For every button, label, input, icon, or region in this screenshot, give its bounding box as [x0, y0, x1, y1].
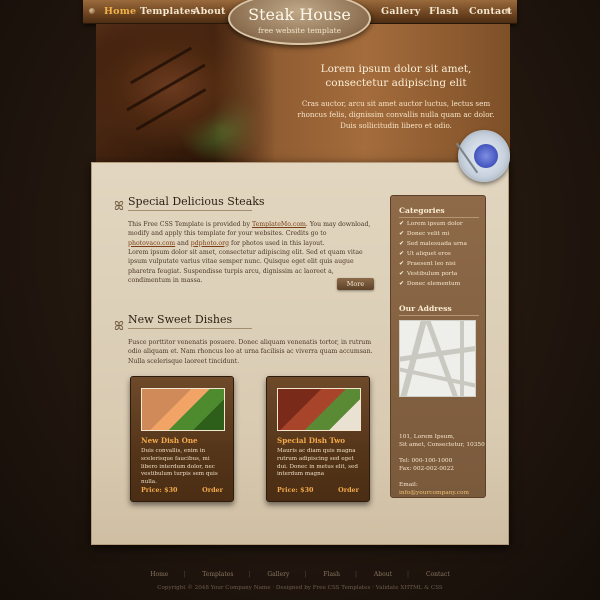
footer-link-about[interactable]: About	[374, 571, 392, 578]
address-heading: Our Address	[399, 304, 452, 313]
title-divider	[128, 210, 252, 211]
address-tel: Tel: 000-100-1000	[399, 458, 453, 464]
categories-heading: Categories	[399, 206, 445, 215]
category-item[interactable]: ✔ Donec velit mi	[399, 231, 449, 237]
address-line-1: 101, Lorem Ipsum,	[399, 434, 455, 440]
dish-title[interactable]: New Dish One	[141, 436, 198, 445]
address-fax: Fax: 002-002-0022	[399, 466, 454, 472]
logo-subtitle: free website template	[257, 26, 342, 35]
title-divider	[128, 328, 252, 329]
order-link[interactable]: Order	[338, 486, 359, 494]
nav-contact[interactable]: Contact	[469, 6, 512, 17]
category-label: Ut aliquet eros	[406, 251, 451, 257]
footer-nav: Home | Templates | Gallery | Flash | About | …	[0, 571, 600, 578]
link-templatemo[interactable]: TemplateMo.com	[252, 221, 306, 228]
dish-description: Mauris ac diam quis magna rutrum adipisc…	[277, 448, 358, 478]
category-item[interactable]: ✔ Sed malesuada urna	[399, 241, 467, 247]
grill-mark	[126, 63, 206, 112]
check-icon: ✔	[399, 231, 404, 237]
footer-link-templates[interactable]: Templates	[202, 571, 233, 578]
header-headline: Lorem ipsum dolor sit amet, consectetur …	[320, 63, 472, 89]
footer-link-contact[interactable]: Contact	[426, 571, 450, 578]
steak-photo	[96, 24, 274, 162]
dish-photo	[141, 388, 225, 431]
email-label: Email:	[399, 482, 418, 488]
swirl-ornament-icon: ꕤ	[114, 199, 124, 213]
nav-about[interactable]: About	[193, 6, 226, 17]
check-icon: ✔	[399, 261, 404, 267]
category-item[interactable]: ✔ Vestibulum porta	[399, 271, 457, 277]
dish-price: Price: $30	[277, 486, 314, 494]
category-label: Vestibulum porta	[406, 271, 458, 277]
sidebar-divider	[399, 315, 479, 316]
check-icon: ✔	[399, 271, 404, 277]
category-label: Praesent leo nisi	[406, 261, 456, 267]
category-item[interactable]: ✔ Donec elementum	[399, 281, 460, 287]
text: and	[175, 239, 191, 247]
email-link[interactable]: info@yourcompany.com	[399, 489, 469, 497]
footer-separator: |	[183, 571, 186, 578]
sidebar-divider	[399, 217, 479, 218]
dish-card: Special Dish Two Mauris ac diam quis mag…	[266, 376, 370, 502]
sweet-paragraph: Fusce porttitor venenatis posuere. Donec…	[128, 339, 373, 365]
footer-link-home[interactable]: Home	[150, 571, 168, 578]
dish-description: Duis convallis, enim in scelerisque fauc…	[141, 448, 218, 486]
swirl-ornament-icon: ꕤ	[114, 319, 124, 333]
flower-garnish	[474, 144, 498, 168]
link-photovaco[interactable]: photovaco.com	[128, 240, 175, 247]
dish-title[interactable]: Special Dish Two	[277, 436, 345, 445]
section-title-sweet: New Sweet Dishes	[128, 313, 233, 326]
check-icon: ✔	[399, 221, 404, 227]
dish-photo	[277, 388, 361, 431]
category-label: Lorem ipsum dolor	[406, 221, 463, 227]
location-map[interactable]	[399, 320, 476, 397]
section-title-special: Special Delicious Steaks	[128, 195, 265, 208]
dish-price: Price: $30	[141, 486, 178, 494]
address-line-2: Sit amet, Consectetur, 10350	[399, 442, 485, 448]
nav-flash[interactable]: Flash	[429, 6, 459, 17]
category-item[interactable]: ✔ Lorem ipsum dolor	[399, 221, 463, 227]
link-pdphoto[interactable]: pdphoto.org	[191, 240, 229, 247]
footer-separator: |	[406, 571, 410, 578]
check-icon: ✔	[399, 251, 404, 257]
check-icon: ✔	[399, 241, 404, 247]
content-panel: ꕤ Special Delicious Steaks This Free CSS…	[91, 162, 509, 545]
map-road	[424, 321, 461, 396]
footer-link-gallery[interactable]: Gallery	[267, 571, 289, 578]
header-text: Cras auctor, arcu sit amet auctor luctus…	[297, 99, 495, 130]
category-label: Donec velit mi	[406, 231, 450, 237]
footer-separator: |	[354, 571, 357, 578]
more-button[interactable]: More	[337, 278, 374, 290]
grill-mark	[135, 88, 207, 131]
category-label: Donec elementum	[406, 281, 461, 287]
map-road	[460, 321, 464, 396]
footer-link-flash[interactable]: Flash	[323, 571, 340, 578]
copyright-text: Copyright © 2048 Your Company Name · Des…	[157, 585, 443, 591]
text: for photos used in this layout.	[229, 239, 325, 247]
category-item[interactable]: ✔ Ut aliquet eros	[399, 251, 451, 257]
order-link[interactable]: Order	[202, 486, 223, 494]
footer-separator: |	[248, 571, 251, 578]
text: This Free CSS Template is provided by	[128, 221, 252, 228]
nav-templates[interactable]: Templates	[140, 6, 196, 17]
plate-decoration	[455, 130, 510, 182]
footer-separator: |	[304, 571, 307, 578]
sidebar: Categories ✔ Lorem ipsum dolor ✔ Donec vel…	[390, 195, 486, 498]
check-icon: ✔	[399, 281, 404, 287]
logo-title: Steak House	[248, 5, 351, 24]
special-paragraph-1: This Free CSS Template is provided by Te…	[128, 220, 374, 248]
nav-gallery[interactable]: Gallery	[381, 6, 420, 17]
bolt-decoration	[89, 8, 95, 14]
nav-home[interactable]: Home	[104, 6, 136, 17]
dish-card: New Dish One Duis convallis, enim in sce…	[130, 376, 234, 502]
category-item[interactable]: ✔ Praesent leo nisi	[399, 261, 456, 267]
category-label: Sed malesuada urna	[406, 241, 467, 247]
